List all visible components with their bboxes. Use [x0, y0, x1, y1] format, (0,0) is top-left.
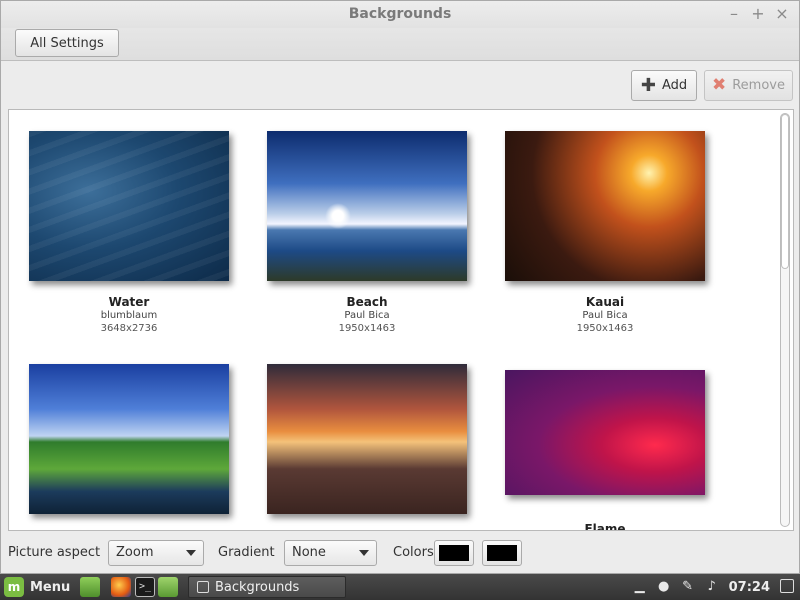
user-icon[interactable]: ● — [657, 580, 671, 594]
show-desktop-icon[interactable] — [780, 579, 794, 593]
background-item-water[interactable]: Water blumblaum 3648x2736 — [29, 131, 229, 335]
taskbar-item-label: Backgrounds — [215, 579, 300, 595]
network-icon[interactable]: ✎ — [681, 580, 695, 594]
keyboard-icon[interactable]: ▁ — [633, 580, 647, 594]
gradient-select[interactable]: None — [284, 540, 377, 566]
background-item-4[interactable] — [29, 364, 229, 528]
volume-icon[interactable]: ♪ — [705, 580, 719, 594]
picture-aspect-label: Picture aspect — [8, 545, 101, 560]
vertical-scrollbar[interactable] — [780, 113, 790, 527]
remove-label: Remove — [732, 78, 785, 93]
system-tray: ▁ ● ✎ ♪ 07:24 — [633, 577, 770, 597]
background-size: 1950x1463 — [576, 323, 634, 334]
titlebar: Backgrounds – + × — [1, 1, 799, 28]
minimize-button[interactable]: – — [727, 5, 741, 23]
colors-label: Colors — [393, 545, 434, 560]
background-name: Flame — [584, 522, 626, 531]
background-item-flame[interactable]: Flame — [505, 370, 705, 531]
clock[interactable]: 07:24 — [729, 580, 770, 595]
taskbar-item-backgrounds[interactable]: Backgrounds — [188, 576, 346, 598]
toolbar: All Settings — [1, 28, 799, 61]
background-thumbnail — [505, 370, 705, 495]
background-item-beach[interactable]: Beach Paul Bica 1950x1463 — [267, 131, 467, 335]
background-thumbnail — [505, 131, 705, 281]
window-title: Backgrounds — [348, 6, 452, 22]
picture-aspect-select[interactable]: Zoom — [108, 540, 204, 566]
window-icon — [197, 581, 209, 593]
folder-icon[interactable] — [158, 577, 178, 597]
background-item-kauai[interactable]: Kauai Paul Bica 1950x1463 — [505, 131, 705, 335]
background-thumbnail — [29, 131, 229, 281]
remove-button[interactable]: ✖ Remove — [704, 70, 793, 101]
x-icon: ✖ — [711, 75, 727, 95]
background-size: 3648x2736 — [100, 323, 158, 334]
menu-label: Menu — [30, 579, 71, 595]
background-name: Beach — [346, 295, 388, 309]
secondary-color-button[interactable] — [482, 540, 522, 566]
picture-aspect-value: Zoom — [116, 545, 154, 560]
background-thumbnail — [267, 364, 467, 514]
gradient-label: Gradient — [218, 545, 275, 560]
chevron-down-icon — [186, 550, 196, 556]
backgrounds-window: Backgrounds – + × All Settings ✚ Add ✖ R… — [0, 0, 800, 574]
action-bar: ✚ Add ✖ Remove — [1, 62, 799, 108]
close-button[interactable]: × — [775, 5, 789, 23]
background-author: Paul Bica — [344, 310, 390, 321]
secondary-color-swatch — [487, 545, 517, 561]
terminal-icon[interactable]: >_ — [135, 577, 155, 597]
primary-color-button[interactable] — [434, 540, 474, 566]
add-button[interactable]: ✚ Add — [631, 70, 697, 101]
gradient-value: None — [292, 545, 326, 560]
plus-icon: ✚ — [640, 74, 656, 96]
menu-button[interactable]: m Menu — [4, 577, 70, 597]
chevron-down-icon — [359, 550, 369, 556]
background-name: Water — [108, 295, 150, 309]
backgrounds-gallery: Water blumblaum 3648x2736 Beach Paul Bic… — [8, 109, 794, 531]
background-name: Kauai — [585, 295, 625, 309]
primary-color-swatch — [439, 545, 469, 561]
options-bar: Picture aspect Zoom Gradient None Colors — [1, 532, 799, 574]
bottom-panel: m Menu >_ Backgrounds ▁ ● ✎ ♪ 07:24 — [0, 574, 800, 600]
all-settings-button[interactable]: All Settings — [15, 29, 119, 57]
background-item-5[interactable] — [267, 364, 467, 528]
firefox-icon[interactable] — [111, 577, 131, 597]
mint-logo-icon: m — [4, 577, 24, 597]
background-size: 1950x1463 — [338, 323, 396, 334]
add-label: Add — [661, 78, 688, 93]
background-thumbnail — [29, 364, 229, 514]
desktop-icon[interactable] — [80, 577, 100, 597]
window-controls: – + × — [727, 5, 789, 23]
background-author: blumblaum — [100, 310, 158, 321]
background-thumbnail — [267, 131, 467, 281]
background-author: Paul Bica — [582, 310, 628, 321]
maximize-button[interactable]: + — [751, 5, 765, 23]
scrollbar-thumb[interactable] — [781, 114, 789, 269]
